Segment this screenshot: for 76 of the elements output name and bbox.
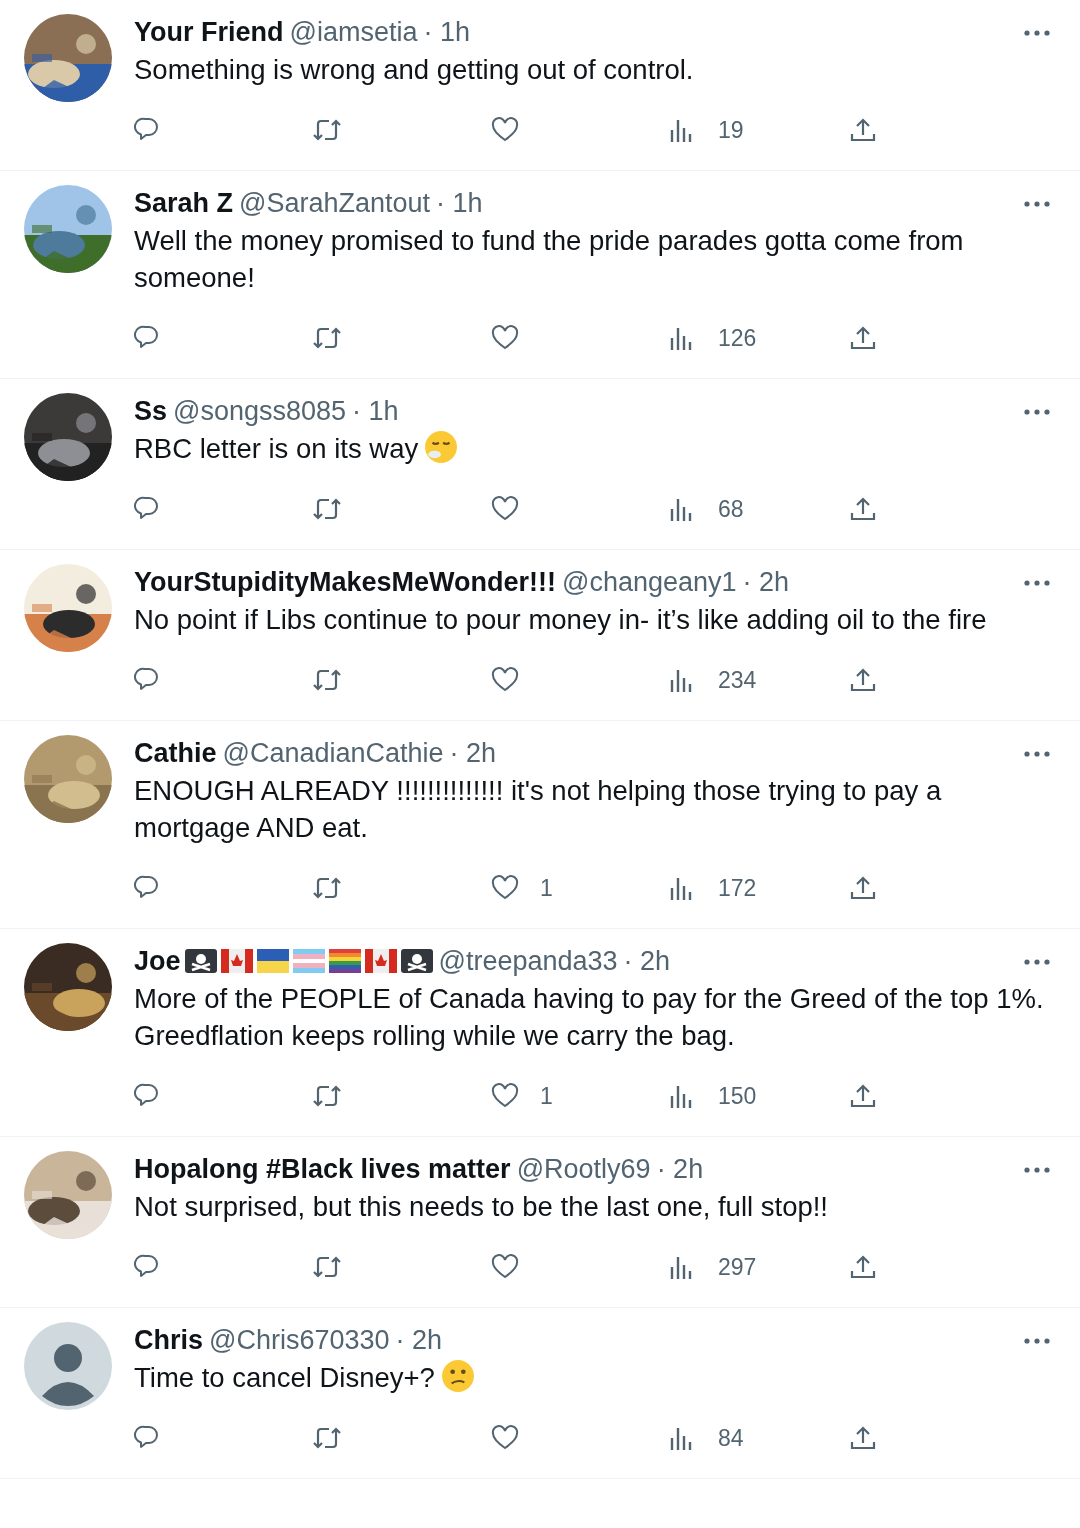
user-handle[interactable]: @Rootly69: [516, 1153, 651, 1185]
share-icon[interactable]: [848, 495, 878, 523]
user-handle[interactable]: @Chris670330: [209, 1324, 390, 1356]
more-icon[interactable]: [1024, 751, 1050, 757]
user-handle[interactable]: @songss8085: [173, 395, 347, 427]
post-text: Not surprised, but this needs to be the last one, full stop!!: [134, 1191, 828, 1222]
user-handle[interactable]: @treepanda33: [438, 945, 618, 977]
post-time[interactable]: · 2h: [656, 1153, 704, 1185]
heart-icon[interactable]: [490, 116, 520, 144]
post-text: No point if Libs continue to pour money in- it’s like adding oil to the fire: [134, 604, 987, 635]
canada-flag-icon: [364, 949, 397, 973]
view-count: 68: [718, 495, 744, 523]
post-text: Well the money promised to fund the pride parades gotta come from someone!: [134, 225, 964, 293]
emoji-icon: [440, 1359, 475, 1393]
heart-icon[interactable]: [490, 495, 520, 523]
user-handle[interactable]: @iamsetia: [289, 16, 418, 48]
more-icon[interactable]: [1024, 1338, 1050, 1344]
user-handle[interactable]: @changeany1: [562, 566, 737, 598]
heart-icon[interactable]: [490, 666, 520, 694]
skull-flag-icon: [400, 949, 433, 973]
more-icon[interactable]: [1024, 959, 1050, 965]
more-icon[interactable]: [1024, 30, 1050, 36]
like-count: 1: [540, 1082, 553, 1110]
heart-icon[interactable]: [490, 1253, 520, 1281]
user-handle[interactable]: @SarahZantout: [239, 187, 431, 219]
post-time[interactable]: · 2h: [449, 737, 497, 769]
heart-icon[interactable]: [490, 1082, 520, 1110]
post-text: ENOUGH ALREADY !!!!!!!!!!!!!! it's not helping those trying to pay a mortgage AND eat.: [134, 775, 942, 843]
user-name[interactable]: Sarah Z: [134, 187, 234, 219]
post-time[interactable]: · 1h: [423, 16, 470, 48]
heart-icon[interactable]: [490, 324, 520, 352]
user-name[interactable]: Cathie: [134, 737, 217, 769]
skull-flag-icon: [184, 949, 217, 973]
post-text: Time to cancel Disney+?: [134, 1362, 435, 1393]
post-time[interactable]: · 2h: [395, 1324, 443, 1356]
user-name[interactable]: Your Friend: [134, 16, 284, 48]
heart-icon[interactable]: [490, 874, 520, 902]
user-handle[interactable]: @CanadianCathie: [222, 737, 444, 769]
avatar-icon[interactable]: [24, 1322, 112, 1410]
user-name[interactable]: Joe: [134, 945, 181, 977]
share-icon[interactable]: [848, 874, 878, 902]
post-text: RBC letter is on its way: [134, 433, 419, 464]
view-count: 84: [718, 1424, 744, 1452]
post-time[interactable]: · 1h: [436, 187, 483, 219]
ukraine-flag-icon: [256, 949, 289, 973]
post-time[interactable]: · 2h: [623, 945, 671, 977]
user-name[interactable]: Hopalong #Black lives matter: [134, 1153, 511, 1185]
post-time[interactable]: · 1h: [352, 395, 399, 427]
transgender-flag-icon: [292, 949, 325, 973]
post-text: Something is wrong and getting out of control.: [134, 54, 694, 85]
view-count: 150: [718, 1082, 757, 1110]
view-count: 19: [718, 116, 744, 144]
emoji-icon: [424, 430, 459, 464]
share-icon[interactable]: [848, 1082, 878, 1110]
post-text: More of the PEOPLE of Canada having to pay for the Greed of the top 1%. Greedflation keeps rolling while we carry the bag.: [134, 983, 1044, 1051]
more-icon[interactable]: [1024, 409, 1050, 415]
view-count: 234: [718, 666, 757, 694]
post-time[interactable]: · 2h: [742, 566, 790, 598]
more-icon[interactable]: [1024, 201, 1050, 207]
share-icon[interactable]: [848, 116, 878, 144]
view-count: 126: [718, 324, 757, 352]
share-icon[interactable]: [848, 1424, 878, 1452]
canada-flag-icon: [220, 949, 253, 973]
user-name[interactable]: Chris: [134, 1324, 204, 1356]
share-icon[interactable]: [848, 1253, 878, 1281]
view-count: 172: [718, 874, 757, 902]
heart-icon[interactable]: [490, 1424, 520, 1452]
more-icon[interactable]: [1024, 580, 1050, 586]
user-name[interactable]: YourStupidityMakesMeWonder!!!: [134, 566, 557, 598]
share-icon[interactable]: [848, 324, 878, 352]
share-icon[interactable]: [848, 666, 878, 694]
like-count: 1: [540, 874, 553, 902]
more-icon[interactable]: [1024, 1167, 1050, 1173]
user-name[interactable]: Ss: [134, 395, 168, 427]
rainbow-flag-icon: [328, 949, 361, 973]
view-count: 297: [718, 1253, 757, 1281]
